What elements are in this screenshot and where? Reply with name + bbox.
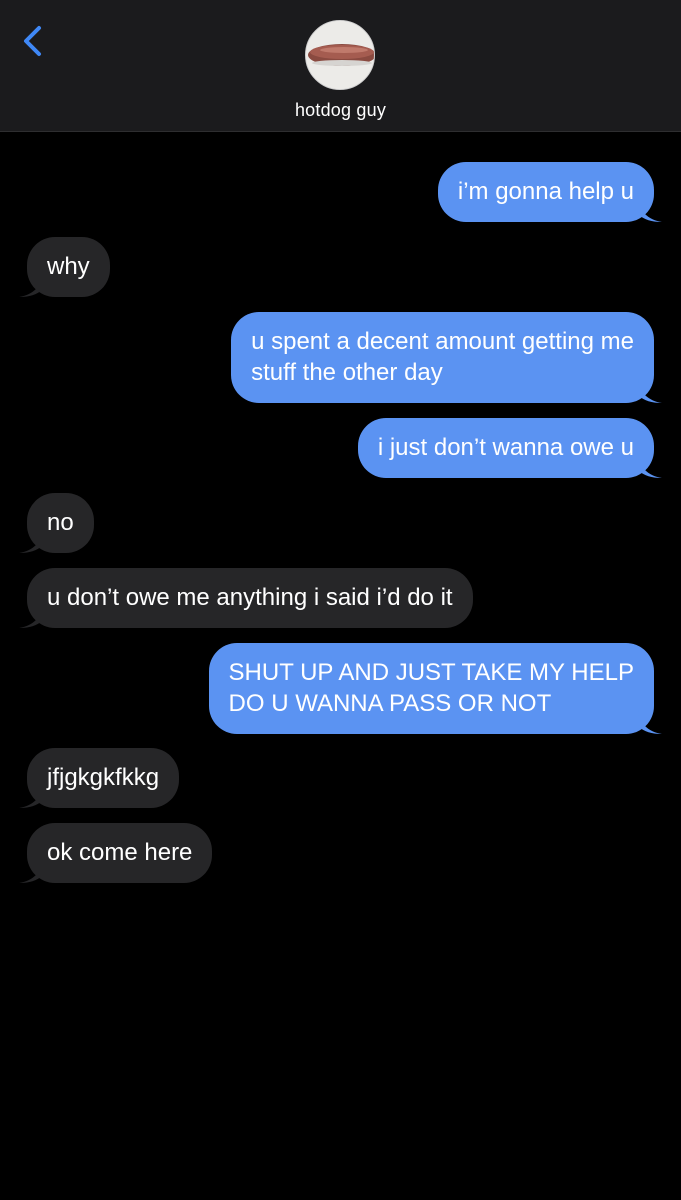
- sent-message-bubble[interactable]: i’m gonna help u: [437, 162, 662, 222]
- message-text: i just don’t wanna owe u: [377, 434, 634, 461]
- bubble-tail-icon: [638, 454, 662, 478]
- conversation-header: hotdog guy: [0, 0, 681, 132]
- received-message-bubble[interactable]: ok come here: [19, 823, 213, 883]
- bubble-tail-icon: [638, 710, 662, 734]
- message-text: why: [47, 253, 90, 280]
- message-text: ok come here: [47, 839, 193, 866]
- back-button[interactable]: [14, 20, 54, 64]
- message-text: no: [47, 509, 74, 536]
- sent-message-bubble[interactable]: SHUT UP AND JUST TAKE MY HELP DO U WANNA…: [208, 643, 662, 734]
- bubble-tail-icon: [19, 784, 43, 808]
- bubble-tail-icon: [638, 379, 662, 403]
- message-text-line-1: u spent a decent amount getting me: [251, 328, 634, 355]
- message-text: jfjgkgkfkkg: [47, 764, 160, 791]
- received-message-bubble[interactable]: why: [19, 237, 110, 297]
- message-text-line-2: DO U WANNA PASS OR NOT: [228, 690, 552, 717]
- contact-name[interactable]: hotdog guy: [0, 100, 681, 121]
- message-text: u don’t owe me anything i said i’d do it: [47, 584, 453, 611]
- received-message-bubble[interactable]: no: [19, 493, 94, 553]
- bubble-tail-icon: [19, 604, 43, 628]
- bubble-tail-icon: [19, 273, 43, 297]
- received-message-bubble[interactable]: jfjgkgkfkkg: [19, 748, 180, 808]
- bubble-tail-icon: [19, 859, 43, 883]
- message-text: i’m gonna help u: [457, 178, 634, 205]
- received-message-bubble[interactable]: u don’t owe me anything i said i’d do it: [19, 568, 473, 628]
- message-text-line-1: SHUT UP AND JUST TAKE MY HELP: [228, 659, 634, 686]
- bubble-tail-icon: [19, 529, 43, 553]
- chevron-left-icon: [24, 26, 41, 56]
- bubble-tail-icon: [638, 198, 662, 222]
- sent-message-bubble[interactable]: u spent a decent amount getting me stuff…: [231, 312, 662, 403]
- sent-message-bubble[interactable]: i just don’t wanna owe u: [357, 418, 662, 478]
- contact-avatar[interactable]: [305, 20, 375, 90]
- message-text-line-2: stuff the other day: [251, 359, 443, 386]
- hotdog-icon: [306, 21, 374, 89]
